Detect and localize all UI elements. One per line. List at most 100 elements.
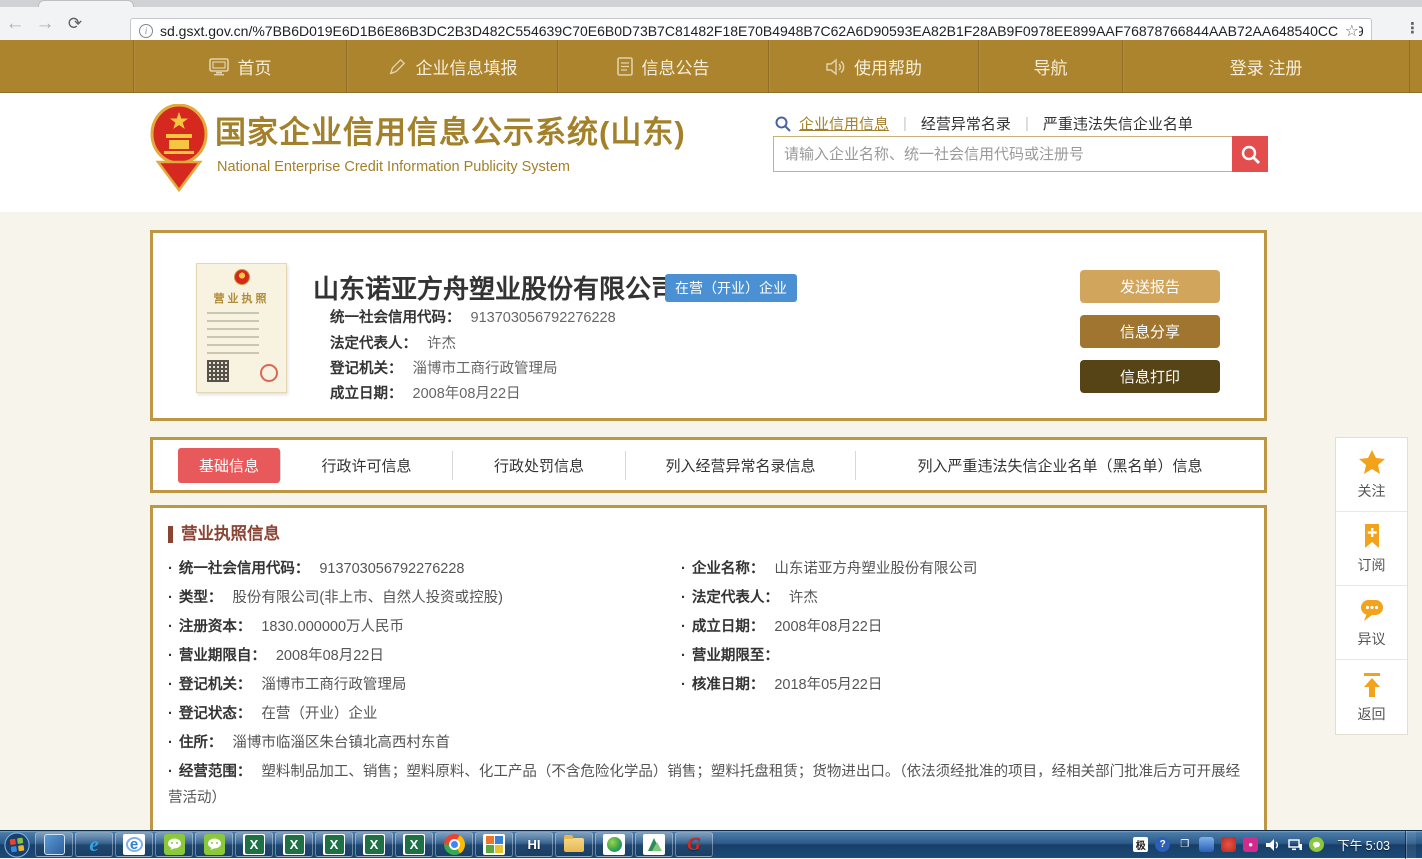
business-license-thumbnail[interactable]: 营业执照 <box>196 263 287 393</box>
link-abnormal-list[interactable]: 经营异常名录 <box>921 113 1011 134</box>
tab-basic-info[interactable]: 基础信息 <box>178 448 280 483</box>
windows-taskbar: e e X X X X X HI G 极 ? ❐ ● 下午 5:03 <box>0 830 1422 858</box>
taskbar-app-folder[interactable] <box>555 832 593 857</box>
security-tray-icon[interactable] <box>1221 837 1236 852</box>
share-info-button[interactable]: 信息分享 <box>1080 315 1220 348</box>
nav-item-login-register[interactable]: 登录 注册 <box>1122 40 1410 93</box>
search-button[interactable] <box>1232 136 1268 172</box>
taskbar-app-excel-2[interactable]: X <box>275 832 313 857</box>
start-button[interactable] <box>0 832 34 858</box>
field-value: 淄博市临淄区朱台镇北高西村东首 <box>232 735 450 751</box>
green-mountain-icon <box>646 838 662 852</box>
excel-icon: X <box>405 835 424 854</box>
tab-admin-license[interactable]: 行政许可信息 <box>280 451 452 480</box>
photo-viewer-icon <box>483 834 505 855</box>
page-info-icon[interactable]: i <box>139 24 153 38</box>
taskbar-app-360-security[interactable] <box>595 832 633 857</box>
bookmark-star-icon[interactable]: ☆ <box>1339 21 1359 41</box>
company-name: 山东诺亚方舟塑业股份有限公司 <box>313 269 677 306</box>
usb-device-icon[interactable] <box>1199 837 1214 852</box>
field-est-date: 成立日期：2008年08月22日 <box>681 614 1248 640</box>
sidebar-item-dispute[interactable]: 异议 <box>1336 586 1407 660</box>
document-icon <box>617 57 633 76</box>
network-icon[interactable] <box>1287 837 1302 852</box>
taskbar-app-wechat-1[interactable] <box>155 832 193 857</box>
summary-field: 登记机关：淄博市工商行政管理局 <box>330 357 558 378</box>
360-security-icon <box>607 837 622 852</box>
show-desktop-button[interactable] <box>1405 831 1416 859</box>
taskbar-app-excel-1[interactable]: X <box>235 832 273 857</box>
browser-menu-icon[interactable]: ⋮ <box>1405 19 1420 37</box>
nav-label: 使用帮助 <box>854 54 922 79</box>
volume-icon[interactable] <box>1265 837 1280 852</box>
field-label: 统一社会信用代码： <box>168 561 309 577</box>
taskbar-app-wechat-2[interactable] <box>195 832 233 857</box>
field-value: 许杰 <box>789 590 818 606</box>
nav-label: 导航 <box>1034 54 1068 79</box>
taskbar-app-desktop[interactable] <box>35 832 73 857</box>
sidebar-item-subscribe[interactable]: 订阅 <box>1336 512 1407 586</box>
field-term-from: 营业期限自：2008年08月22日 <box>168 643 681 669</box>
nav-label: 登录 注册 <box>1230 54 1303 79</box>
reload-icon[interactable]: ⟳ <box>60 14 90 34</box>
sidebar-item-back-to-top[interactable]: 返回 <box>1336 660 1407 734</box>
nav-label: 首页 <box>238 54 272 79</box>
restore-window-icon[interactable]: ❐ <box>1177 837 1192 852</box>
nav-item-fill-report[interactable]: 企业信息填报 <box>346 40 557 93</box>
taskbar-app-chrome[interactable] <box>435 832 473 857</box>
taskbar-app-internet-explorer[interactable]: e <box>75 832 113 857</box>
nav-item-help[interactable]: 使用帮助 <box>768 40 978 93</box>
top-navigation: 首页 企业信息填报 信息公告 使用帮助 导航 登录 注册 <box>0 40 1422 93</box>
taskbar-app-excel-3[interactable]: X <box>315 832 353 857</box>
windows-start-icon <box>4 832 30 858</box>
browser-tab[interactable] <box>38 0 134 7</box>
sidebar-label: 异议 <box>1358 629 1386 649</box>
nav-item-home[interactable]: 首页 <box>133 40 346 93</box>
back-icon[interactable]: ← <box>0 13 30 35</box>
excel-icon: X <box>325 835 344 854</box>
ime-wubi-icon[interactable]: 极 <box>1133 837 1148 852</box>
field-label: 类型： <box>168 590 222 606</box>
tab-abnormal-list[interactable]: 列入经营异常名录信息 <box>625 451 855 480</box>
field-approval-date: 核准日期：2018年05月22日 <box>681 672 1248 698</box>
section-tabs: 基础信息 行政许可信息 行政处罚信息 列入经营异常名录信息 列入严重违法失信企业… <box>150 437 1267 493</box>
wechat-tray-icon[interactable] <box>1309 837 1324 852</box>
qr-code <box>207 360 229 382</box>
link-illegal-list[interactable]: 严重违法失信企业名单 <box>1043 113 1193 134</box>
field-value: 2018年05月22日 <box>774 677 882 693</box>
field-label: 营业期限自： <box>168 648 266 664</box>
link-enterprise-credit[interactable]: 企业信用信息 <box>799 113 889 134</box>
chat-bubble-icon <box>1358 596 1386 624</box>
search-input[interactable] <box>773 136 1232 172</box>
excel-icon: X <box>365 835 384 854</box>
field-value: 股份有限公司(非上市、自然人投资或控股) <box>232 590 503 606</box>
nav-item-notice[interactable]: 信息公告 <box>557 40 768 93</box>
company-summary-card: 营业执照 山东诺亚方舟塑业股份有限公司 在营（开业）企业 统一社会信用代码：91… <box>150 230 1267 421</box>
tab-blacklist[interactable]: 列入严重违法失信企业名单（黑名单）信息 <box>855 451 1264 480</box>
nav-item-navigate[interactable]: 导航 <box>978 40 1122 93</box>
summary-field: 成立日期：2008年08月22日 <box>330 382 521 403</box>
bookmark-plus-icon <box>1358 522 1386 550</box>
forward-icon[interactable]: → <box>30 13 60 35</box>
search-box <box>773 136 1268 172</box>
field-type: 类型： 股份有限公司(非上市、自然人投资或控股) <box>168 585 681 611</box>
star-icon <box>1357 448 1387 476</box>
taskbar-app-red-g[interactable]: G <box>675 832 713 857</box>
taskbar-app-mail-master[interactable] <box>635 832 673 857</box>
field-value: 淄博市工商行政管理局 <box>261 677 406 693</box>
taskbar-app-360-browser[interactable]: e <box>115 832 153 857</box>
help-tray-icon[interactable]: ? <box>1155 837 1170 852</box>
pink-app-tray-icon[interactable]: ● <box>1243 837 1258 852</box>
send-report-button[interactable]: 发送报告 <box>1080 270 1220 303</box>
print-info-button[interactable]: 信息打印 <box>1080 360 1220 393</box>
field-reg-status: 登记状态：在营（开业）企业 <box>168 701 1248 727</box>
url-text[interactable]: sd.gsxt.gov.cn/%7BB6D019E6D1B6E86B3DC2B3… <box>160 23 1363 39</box>
taskbar-app-baidu-hi[interactable]: HI <box>515 832 553 857</box>
taskbar-app-excel-4[interactable]: X <box>355 832 393 857</box>
taskbar-app-photo-viewer[interactable] <box>475 832 513 857</box>
taskbar-app-excel-5[interactable]: X <box>395 832 433 857</box>
taskbar-clock[interactable]: 下午 5:03 <box>1337 835 1390 854</box>
sidebar-item-follow[interactable]: 关注 <box>1336 438 1407 512</box>
tab-admin-penalty[interactable]: 行政处罚信息 <box>452 451 625 480</box>
field-term-to: 营业期限至： <box>681 643 1248 669</box>
